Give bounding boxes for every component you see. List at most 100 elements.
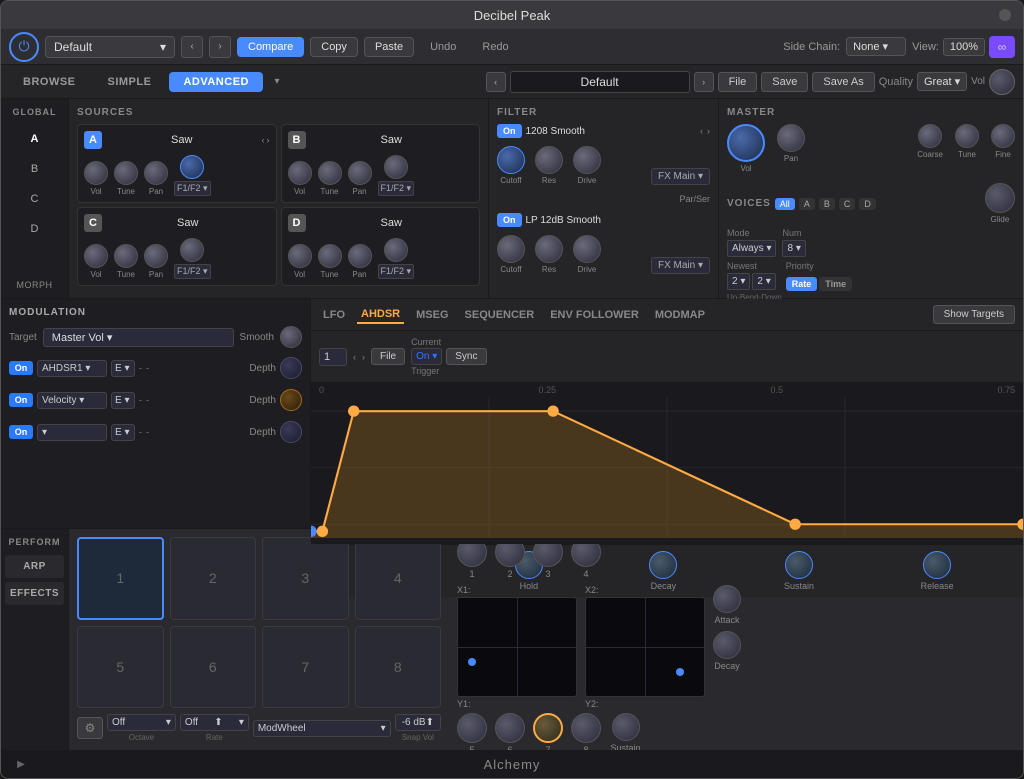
pad-1[interactable]: 1 (77, 537, 164, 620)
nav-dropdown-btn[interactable]: ▾ (267, 76, 287, 87)
mod1-e-select[interactable]: E ▾ (111, 360, 135, 377)
pad-5[interactable]: 5 (77, 626, 164, 709)
master-vol-knob[interactable] (727, 124, 765, 162)
octave-select[interactable]: Off▾ (107, 714, 176, 731)
power-button[interactable]: ⏻ (9, 32, 39, 62)
mod3-depth-knob[interactable] (280, 421, 302, 443)
mod1-depth-knob[interactable] (280, 357, 302, 379)
mod3-on-button[interactable]: On (9, 425, 33, 439)
voice-tab-b[interactable]: B (819, 198, 835, 210)
lfo-sync-button[interactable]: Sync (446, 348, 486, 365)
macro-knob-ctrl-5[interactable] (457, 713, 487, 743)
global-row-b[interactable]: B (5, 155, 64, 183)
vol-knob-b[interactable] (288, 161, 312, 185)
envelope-svg[interactable] (311, 397, 1023, 538)
tab-mseg[interactable]: MSEG (412, 307, 452, 323)
macro-knob-ctrl-7[interactable] (533, 713, 563, 743)
vol-knob-d[interactable] (288, 244, 312, 268)
filter1-prev-icon[interactable]: ‹ (700, 126, 703, 136)
file-button[interactable]: File (718, 72, 758, 92)
priority-num2[interactable]: 2 ▾ (752, 273, 775, 290)
mod3-e-select[interactable]: E ▾ (111, 424, 135, 441)
mod3-source-select[interactable]: ▾ (37, 424, 107, 441)
master-pan-knob[interactable] (777, 124, 805, 152)
filter2-on-button[interactable]: On (497, 213, 522, 227)
xy-pad-1[interactable] (457, 597, 577, 697)
master-tune-knob[interactable] (955, 124, 979, 148)
nav-prev-button[interactable]: ‹ (181, 36, 203, 58)
voice-tab-a[interactable]: A (799, 198, 815, 210)
save-as-button[interactable]: Save As (812, 72, 874, 92)
source-letter-c[interactable]: C (84, 214, 102, 232)
vol-knob-a[interactable] (84, 161, 108, 185)
drive2-knob[interactable] (573, 235, 601, 263)
vol-knob-c[interactable] (84, 244, 108, 268)
side-chain-select[interactable]: None ▾ (846, 37, 906, 56)
link-button[interactable]: ∞ (989, 36, 1015, 58)
lfo-next-icon[interactable]: › (362, 352, 365, 362)
pad-4[interactable]: 4 (355, 537, 442, 620)
global-row-a[interactable]: A (5, 125, 64, 153)
show-targets-button[interactable]: Show Targets (933, 305, 1015, 324)
quality-select[interactable]: Great ▾ (917, 72, 967, 91)
cutoff2-knob[interactable] (497, 235, 525, 263)
global-row-d[interactable]: D (5, 215, 64, 243)
pan-knob-a[interactable] (144, 161, 168, 185)
f1f2-knob-a[interactable] (180, 155, 204, 179)
pan-knob-b[interactable] (348, 161, 372, 185)
tab-advanced[interactable]: ADVANCED (169, 72, 263, 92)
pad-gear-button[interactable]: ⚙ (77, 717, 103, 739)
source-next-a[interactable]: › (267, 135, 270, 145)
master-fine-knob[interactable] (991, 124, 1015, 148)
tune-knob-d[interactable] (318, 244, 342, 268)
pan-knob-c[interactable] (144, 244, 168, 268)
mod2-source-select[interactable]: Velocity ▾ (37, 392, 107, 409)
mode-select[interactable]: Always ▾ (727, 240, 776, 257)
redo-button[interactable]: Redo (472, 38, 518, 56)
lfo-on-select[interactable]: On ▾ (411, 348, 442, 365)
pad-7[interactable]: 7 (262, 626, 349, 709)
fx-main-select2[interactable]: FX Main ▾ (651, 257, 710, 274)
undo-button[interactable]: Undo (420, 38, 466, 56)
voice-tab-c[interactable]: C (839, 198, 856, 210)
glide-knob[interactable] (985, 183, 1015, 213)
minimize-btn[interactable] (999, 9, 1011, 21)
mod2-depth-knob[interactable] (280, 389, 302, 411)
modwheel-select[interactable]: ModWheel ▾ (253, 720, 391, 737)
ad-decay-knob[interactable] (713, 631, 741, 659)
master-coarse-knob[interactable] (918, 124, 942, 148)
mod-target-select[interactable]: Master Vol ▾ (43, 328, 234, 347)
tab-env-follower[interactable]: ENV FOLLOWER (546, 307, 643, 323)
preset-prev-button[interactable]: ‹ (486, 72, 506, 92)
copy-button[interactable]: Copy (310, 37, 358, 57)
paste-button[interactable]: Paste (364, 37, 414, 57)
ad-attack-knob[interactable] (713, 585, 741, 613)
tab-sequencer[interactable]: SEQUENCER (461, 307, 539, 323)
f1f2-knob-d[interactable] (384, 238, 408, 262)
mod2-on-button[interactable]: On (9, 393, 33, 407)
voice-tab-all[interactable]: All (775, 198, 795, 210)
source-letter-d[interactable]: D (288, 214, 306, 232)
tune-knob-b[interactable] (318, 161, 342, 185)
nav-next-button[interactable]: › (209, 36, 231, 58)
mod1-on-button[interactable]: On (9, 361, 33, 375)
effects-button[interactable]: EFFECTS (5, 582, 64, 605)
xy-pad-2[interactable] (585, 597, 705, 697)
tab-lfo[interactable]: LFO (319, 307, 349, 323)
pad-2[interactable]: 2 (170, 537, 257, 620)
vol-knob[interactable] (989, 69, 1015, 95)
compare-button[interactable]: Compare (237, 37, 304, 57)
lfo-num-select[interactable]: 1 (319, 348, 347, 366)
tune-knob-a[interactable] (114, 161, 138, 185)
save-button[interactable]: Save (761, 72, 808, 92)
priority-num1[interactable]: 2 ▾ (727, 273, 750, 290)
fx-main-select1[interactable]: FX Main ▾ (651, 168, 710, 185)
envelope-display[interactable]: 0 0.25 0.5 0.75 (311, 383, 1023, 544)
tune-knob-c[interactable] (114, 244, 138, 268)
macro-knob-ctrl-8[interactable] (571, 713, 601, 743)
mod2-e-select[interactable]: E ▾ (111, 392, 135, 409)
preset-next-button[interactable]: › (694, 72, 714, 92)
filter1-next-icon[interactable]: › (707, 126, 710, 136)
cutoff-knob[interactable] (497, 146, 525, 174)
source-prev-a[interactable]: ‹ (262, 135, 265, 145)
